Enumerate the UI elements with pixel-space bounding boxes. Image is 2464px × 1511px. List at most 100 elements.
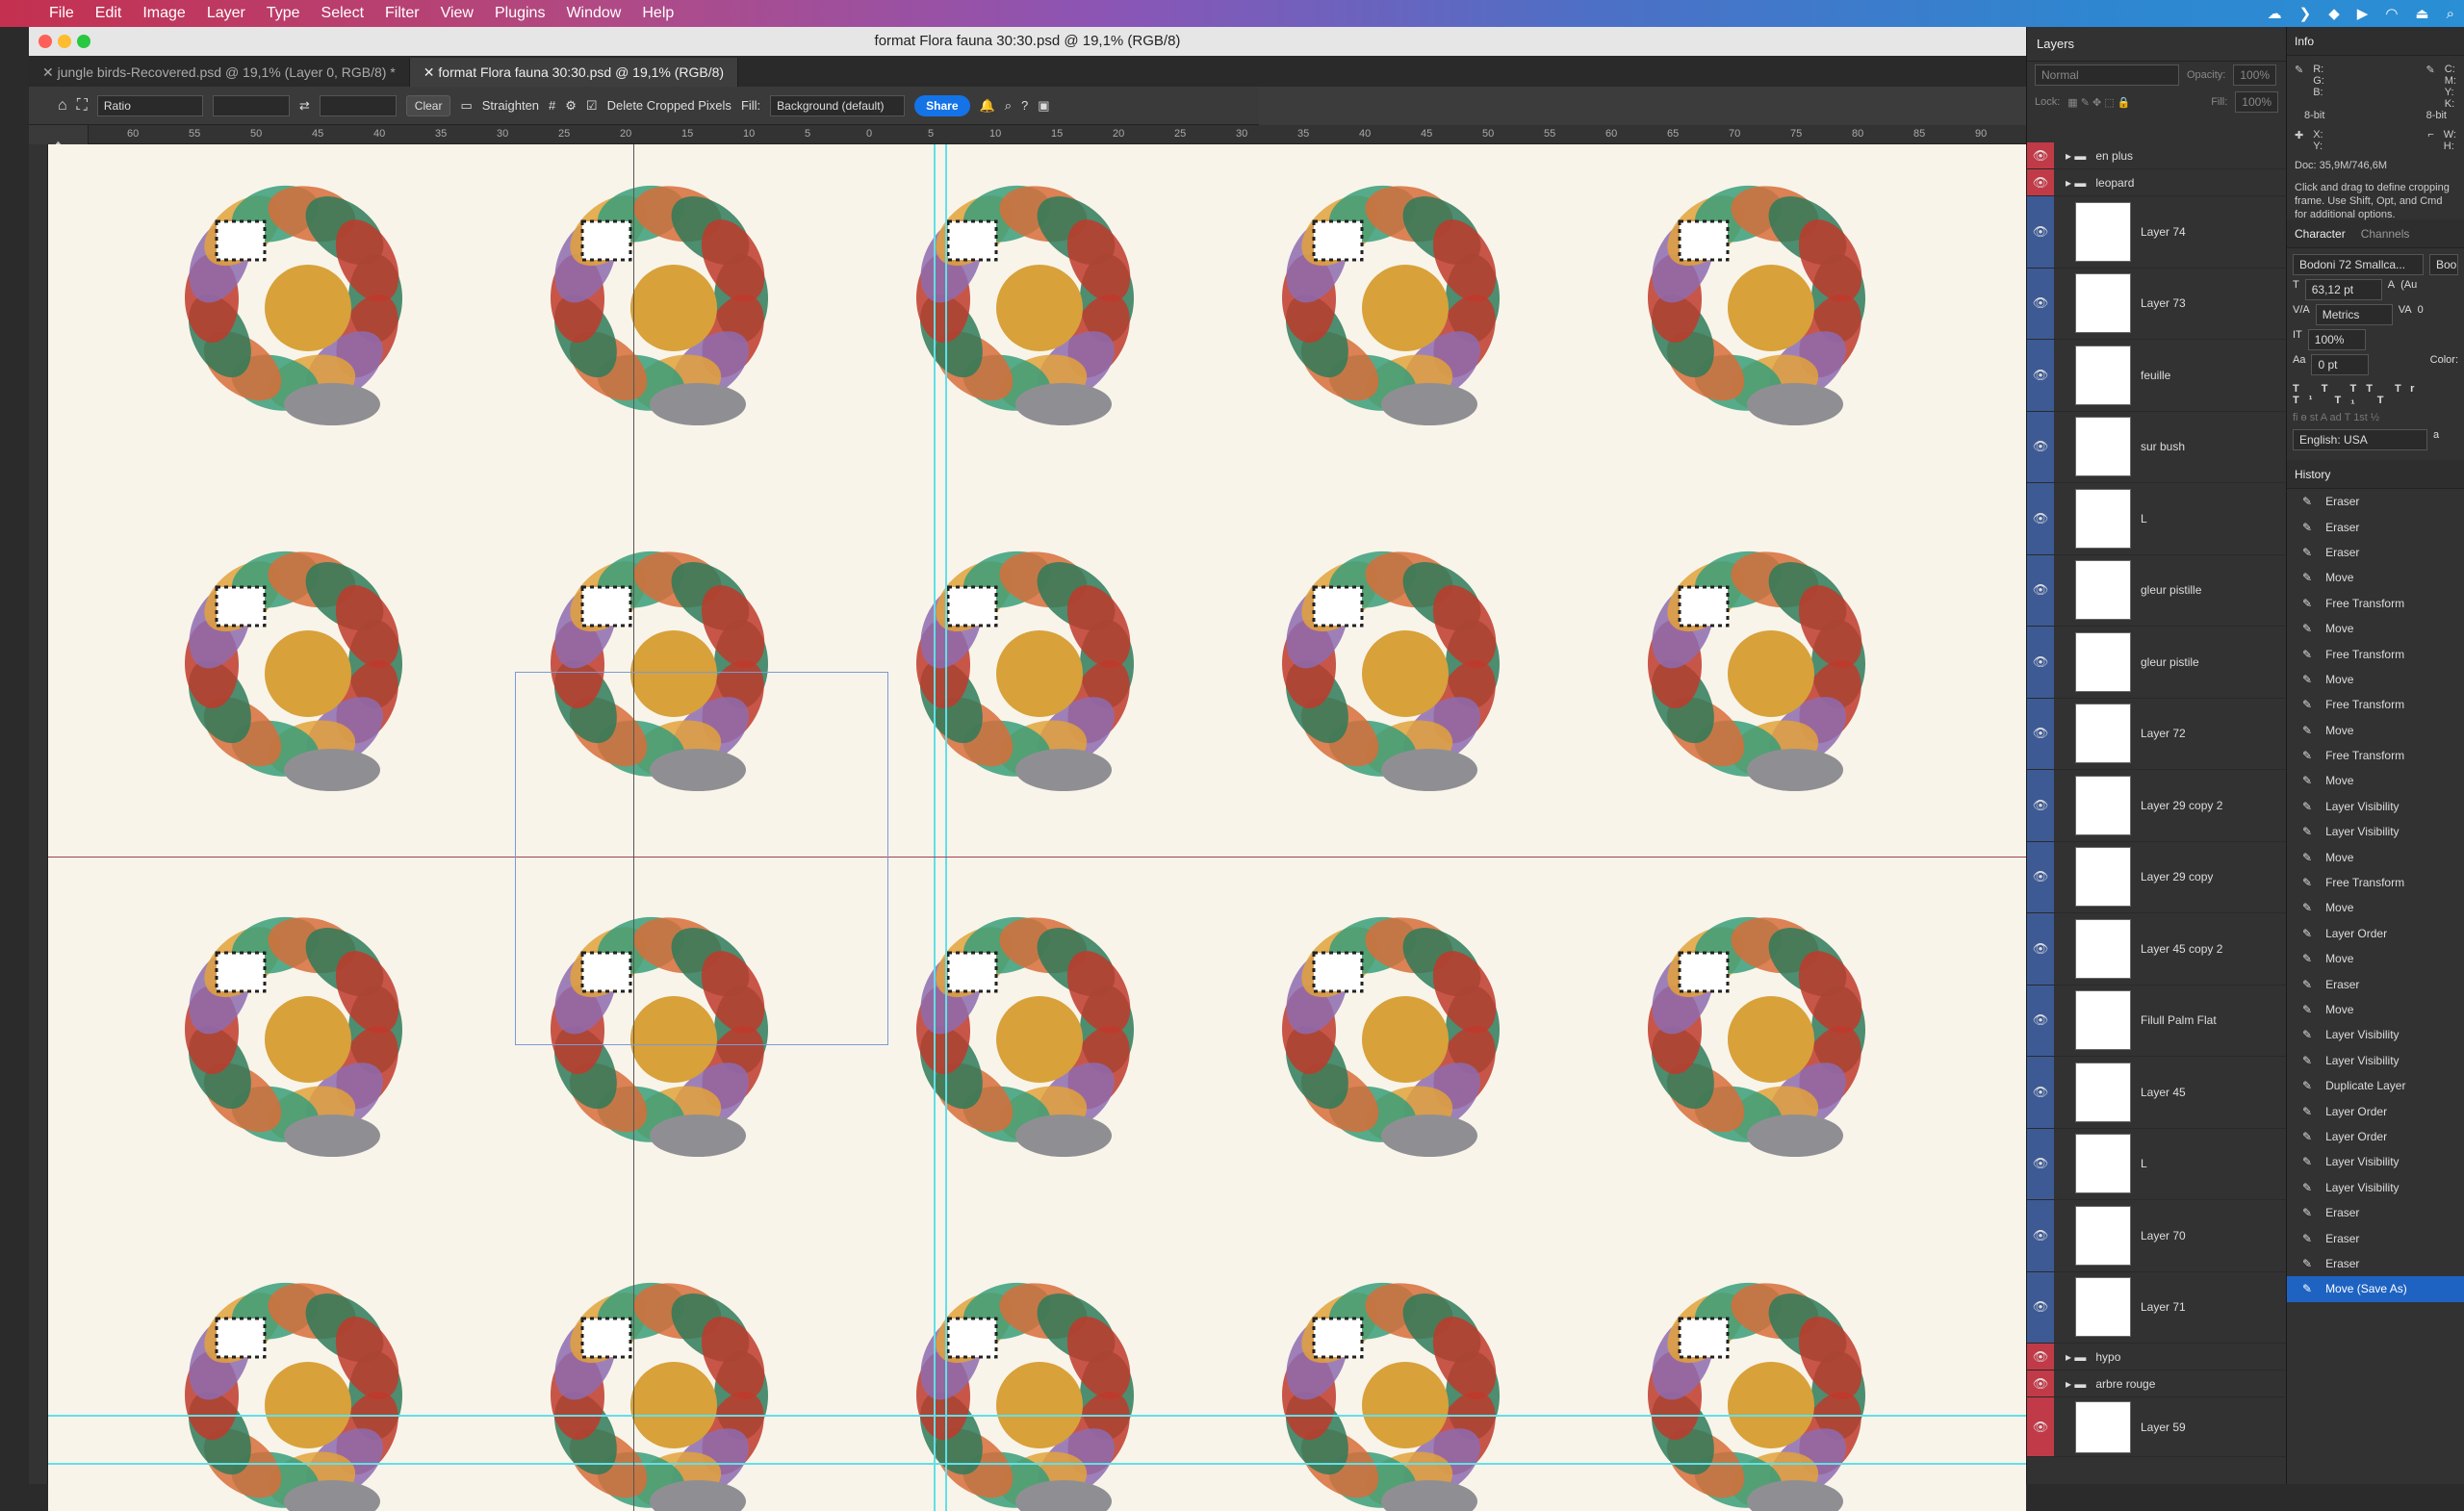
- visibility-eye-icon[interactable]: 👁: [2027, 1200, 2054, 1271]
- history-item[interactable]: ✎ Duplicate Layer: [2287, 1073, 2464, 1098]
- history-item[interactable]: ✎ Layer Order: [2287, 1098, 2464, 1123]
- history-item[interactable]: ✎ Layer Order: [2287, 921, 2464, 946]
- fill-select[interactable]: Background (default): [770, 94, 906, 116]
- history-item[interactable]: ✎ Eraser: [2287, 514, 2464, 539]
- play-icon[interactable]: ▶: [2357, 5, 2369, 22]
- menu-window[interactable]: Window: [555, 5, 631, 22]
- font-style-select[interactable]: Boo: [2429, 254, 2458, 275]
- history-item[interactable]: ✎ Eraser: [2287, 1251, 2464, 1276]
- layer-row[interactable]: 👁 Layer 29 copy 2: [2027, 770, 2287, 842]
- history-item[interactable]: ✎ Move: [2287, 616, 2464, 641]
- visibility-eye-icon[interactable]: 👁: [2027, 554, 2054, 626]
- visibility-eye-icon[interactable]: 👁: [2027, 841, 2054, 912]
- layer-row[interactable]: 👁 L: [2027, 1128, 2287, 1200]
- menu-filter[interactable]: Filter: [374, 5, 430, 22]
- layer-row[interactable]: 👁 Layer 73: [2027, 268, 2287, 340]
- layer-row[interactable]: 👁 feuille: [2027, 340, 2287, 412]
- history-item[interactable]: ✎ Move: [2287, 946, 2464, 971]
- layer-row[interactable]: 👁 gleur pistile: [2027, 627, 2287, 699]
- layer-row[interactable]: 👁 Layer 74: [2027, 196, 2287, 269]
- visibility-eye-icon[interactable]: 👁: [2027, 1271, 2054, 1343]
- menu-plugins[interactable]: Plugins: [484, 5, 555, 22]
- history-item[interactable]: ✎ Eraser: [2287, 489, 2464, 514]
- ratio-select[interactable]: Ratio: [96, 94, 203, 116]
- type-style-buttons[interactable]: T T TT Tr T¹ T₁ T: [2293, 383, 2458, 406]
- crop-tool-icon[interactable]: ⛶: [77, 97, 88, 115]
- history-item[interactable]: ✎ Eraser: [2287, 1200, 2464, 1225]
- history-item[interactable]: ✎ Layer Visibility: [2287, 1149, 2464, 1174]
- close-button[interactable]: [38, 35, 52, 48]
- tab-channels[interactable]: Channels: [2361, 219, 2410, 247]
- tab-character[interactable]: Character: [2295, 219, 2346, 247]
- visibility-eye-icon[interactable]: 👁: [2027, 340, 2054, 411]
- layer-row[interactable]: 👁 gleur pistille: [2027, 554, 2287, 627]
- visibility-eye-icon[interactable]: 👁: [2027, 196, 2054, 268]
- vertical-scale-input[interactable]: 100%: [2307, 329, 2366, 350]
- zoom-button[interactable]: [77, 35, 90, 48]
- layer-row[interactable]: 👁 Layer 45: [2027, 1057, 2287, 1129]
- antialias-label[interactable]: a: [2433, 429, 2439, 450]
- history-item[interactable]: ✎ Move: [2287, 667, 2464, 692]
- layer-row[interactable]: 👁 Layer 71: [2027, 1271, 2287, 1344]
- history-item[interactable]: ✎ Move: [2287, 565, 2464, 590]
- ratio-width-input[interactable]: [212, 94, 290, 116]
- workspace-icon[interactable]: ▣: [1038, 98, 1049, 114]
- visibility-eye-icon[interactable]: 👁: [2027, 1128, 2054, 1199]
- blend-mode-select[interactable]: Normal: [2035, 64, 2179, 86]
- history-item[interactable]: ✎ Free Transform: [2287, 743, 2464, 768]
- visibility-eye-icon[interactable]: 👁: [2027, 1370, 2054, 1396]
- layer-row[interactable]: 👁 sur bush: [2027, 411, 2287, 483]
- lock-icons[interactable]: ▦ ✎ ✥ ⬚ 🔒: [2067, 96, 2130, 109]
- visibility-eye-icon[interactable]: 👁: [2027, 770, 2054, 841]
- search-icon[interactable]: ⌕: [1005, 98, 1012, 114]
- visibility-eye-icon[interactable]: 👁: [2027, 268, 2054, 339]
- tracking-input[interactable]: 0: [2418, 304, 2424, 325]
- visibility-eye-icon[interactable]: 👁: [2027, 985, 2054, 1056]
- language-select[interactable]: English: USA: [2293, 429, 2427, 450]
- visibility-eye-icon[interactable]: 👁: [2027, 627, 2054, 698]
- visibility-eye-icon[interactable]: 👁: [2027, 1397, 2054, 1456]
- menu-type[interactable]: Type: [256, 5, 311, 22]
- history-item[interactable]: ✎ Move: [2287, 718, 2464, 743]
- grid-overlay-icon[interactable]: #: [549, 98, 555, 113]
- menu-view[interactable]: View: [430, 5, 484, 22]
- leading-input[interactable]: (Au: [2400, 279, 2417, 300]
- layer-row[interactable]: 👁 Layer 45 copy 2: [2027, 913, 2287, 986]
- tab-jungle-birds[interactable]: ✕ jungle birds-Recovered.psd @ 19,1% (La…: [29, 58, 410, 87]
- home-icon[interactable]: ⌂: [58, 97, 67, 115]
- baseline-input[interactable]: 0 pt: [2311, 354, 2370, 375]
- history-item[interactable]: ✎ Free Transform: [2287, 692, 2464, 717]
- font-size-input[interactable]: 63,12 pt: [2304, 279, 2382, 300]
- history-item[interactable]: ✎ Layer Order: [2287, 1124, 2464, 1149]
- swap-icon[interactable]: ⇄: [299, 98, 310, 114]
- history-item[interactable]: ✎ Move: [2287, 844, 2464, 869]
- visibility-eye-icon[interactable]: 👁: [2027, 1344, 2054, 1370]
- menu-select[interactable]: Select: [311, 5, 374, 22]
- crop-selection-frame[interactable]: [515, 672, 888, 1045]
- minimize-button[interactable]: [58, 35, 71, 48]
- search-icon[interactable]: ⌕: [2447, 6, 2454, 22]
- eject-icon[interactable]: ⏏: [2415, 5, 2428, 22]
- history-item[interactable]: ✎ Eraser: [2287, 971, 2464, 996]
- layer-row[interactable]: 👁 Layer 29 copy: [2027, 841, 2287, 913]
- history-item[interactable]: ✎ Layer Visibility: [2287, 819, 2464, 844]
- menu-image[interactable]: Image: [132, 5, 195, 22]
- tab-format-flora[interactable]: ✕ format Flora fauna 30:30.psd @ 19,1% (…: [409, 58, 739, 87]
- history-item[interactable]: ✎ Free Transform: [2287, 641, 2464, 666]
- share-button[interactable]: Share: [914, 94, 970, 116]
- history-item[interactable]: ✎ Move: [2287, 895, 2464, 920]
- history-item[interactable]: ✎ Layer Visibility: [2287, 1048, 2464, 1073]
- history-item[interactable]: ✎ Eraser: [2287, 1225, 2464, 1250]
- visibility-eye-icon[interactable]: 👁: [2027, 483, 2054, 554]
- menu-edit[interactable]: Edit: [85, 5, 133, 22]
- layer-row[interactable]: 👁 Filull Palm Flat: [2027, 985, 2287, 1057]
- arrow-icon[interactable]: ❯: [2299, 5, 2312, 22]
- menu-layer[interactable]: Layer: [196, 5, 256, 22]
- help-icon[interactable]: ?: [1021, 98, 1028, 113]
- menu-help[interactable]: Help: [631, 5, 684, 22]
- visibility-eye-icon[interactable]: 👁: [2027, 913, 2054, 985]
- delete-cropped-checkbox[interactable]: ☑: [586, 98, 598, 114]
- visibility-eye-icon[interactable]: 👁: [2027, 1057, 2054, 1128]
- history-item[interactable]: ✎ Move (Save As): [2287, 1276, 2464, 1302]
- visibility-eye-icon[interactable]: 👁: [2027, 698, 2054, 769]
